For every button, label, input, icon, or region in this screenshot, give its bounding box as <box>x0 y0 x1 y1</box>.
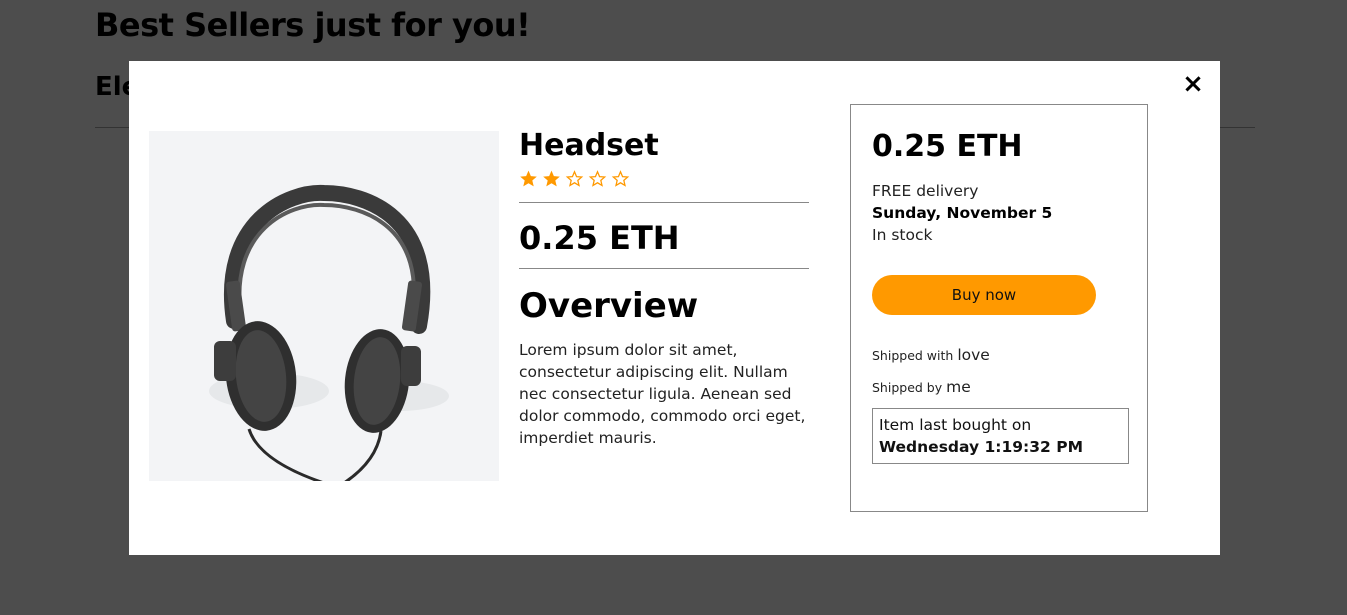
close-icon[interactable]: × <box>1180 71 1206 97</box>
product-image <box>149 131 499 481</box>
star-filled-icon <box>520 170 537 187</box>
star-rating <box>519 169 809 191</box>
buy-box: 0.25 ETH FREE delivery Sunday, November … <box>850 104 1148 512</box>
delivery-label: FREE delivery <box>872 182 979 200</box>
delivery-date: Sunday, November 5 <box>872 204 1053 222</box>
star-empty-icon <box>612 170 630 187</box>
buy-now-button[interactable]: Buy now <box>872 275 1096 315</box>
shipped-by-value: me <box>946 378 971 396</box>
product-info: Headset 0.25 ETH Overview Lorem ipsum do… <box>519 129 809 449</box>
shipped-with-value: love <box>957 346 990 364</box>
shipped-by: Shipped by me <box>872 378 971 396</box>
shipped-by-label: Shipped by <box>872 380 943 395</box>
product-price: 0.25 ETH <box>519 219 680 257</box>
shipped-with: Shipped with love <box>872 346 990 364</box>
shipped-with-label: Shipped with <box>872 348 954 363</box>
overview-title: Overview <box>519 286 699 326</box>
delivery-info: FREE delivery Sunday, November 5 In stoc… <box>872 180 1052 246</box>
buybox-price: 0.25 ETH <box>872 129 1023 164</box>
overview-text: Lorem ipsum dolor sit amet, consectetur … <box>519 341 806 447</box>
star-filled-icon <box>543 170 560 187</box>
last-bought-value: Wednesday 1:19:32 PM <box>879 438 1084 456</box>
divider <box>519 202 809 203</box>
stock-status: In stock <box>872 226 933 244</box>
divider <box>519 268 809 269</box>
star-empty-icon <box>565 170 584 187</box>
product-modal: × Headset 0.25 ETH Overview Lorem ipsum … <box>129 61 1220 555</box>
last-bought-label: Item last bought on <box>879 416 1032 434</box>
section-heading: Ele <box>95 72 129 102</box>
page-title: Best Sellers just for you! <box>95 6 531 44</box>
product-title: Headset <box>519 128 659 163</box>
headphones-icon <box>209 184 449 481</box>
last-bought-box: Item last bought on Wednesday 1:19:32 PM <box>872 408 1129 464</box>
star-empty-icon <box>589 170 607 187</box>
